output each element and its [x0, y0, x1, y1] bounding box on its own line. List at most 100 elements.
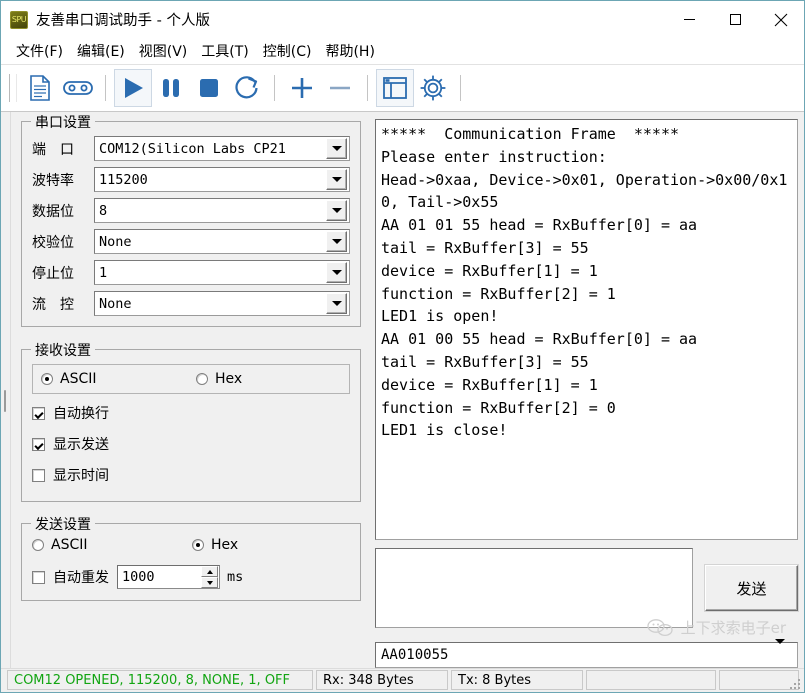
checkbox-unchecked-icon [32, 468, 45, 482]
receive-settings-group: 接收设置 ASCII Hex 自动换行 显示发送 显示时间 [21, 340, 361, 502]
menu-item-edit[interactable]: 编辑(E) [70, 39, 132, 63]
field-parity-label: 校验位 [32, 234, 74, 251]
settings-button[interactable] [414, 69, 452, 107]
app-icon: SPU [10, 10, 28, 29]
receive-format-ascii[interactable]: ASCII [41, 371, 196, 387]
parity-combo[interactable]: None [94, 229, 350, 254]
menu-item-help[interactable]: 帮助(H) [318, 39, 381, 63]
stopbits-combo[interactable]: 1 [94, 260, 350, 285]
settings-gear-icon [420, 75, 446, 101]
flowcontrol-combo[interactable]: None [94, 291, 350, 316]
menu-item-control[interactable]: 控制(C) [256, 39, 319, 63]
checkbox-unchecked-icon [32, 570, 45, 584]
port-dropdown-arrow[interactable] [326, 138, 347, 159]
add-button[interactable] [283, 69, 321, 107]
send-format-ascii-label: ASCII [51, 537, 88, 553]
receive-option-showsend[interactable]: 显示发送 [32, 434, 350, 454]
field-flowcontrol: 流 控 None [32, 291, 350, 316]
status-tx-bytes: Tx: 8 Bytes [451, 670, 583, 690]
toolbar-separator-3 [367, 75, 368, 101]
field-flowcontrol-label: 流 控 [32, 296, 74, 313]
receive-format-hex-label: Hex [215, 371, 243, 387]
send-format-radiogroup: ASCII Hex [32, 537, 350, 553]
databits-combo[interactable]: 8 [94, 198, 350, 223]
menu-item-file[interactable]: 文件(F) [9, 39, 70, 63]
send-history-value: AA010055 [381, 647, 449, 663]
terminal-output[interactable]: ***** Communication Frame ***** Please e… [375, 119, 798, 540]
stepper-down-button[interactable] [201, 577, 218, 588]
parity-dropdown-arrow[interactable] [326, 231, 347, 252]
flowcontrol-dropdown-arrow[interactable] [326, 293, 347, 314]
right-panel: ***** Communication Frame ***** Please e… [369, 112, 804, 668]
baudrate-dropdown-arrow[interactable] [326, 169, 347, 190]
stop-icon [200, 79, 218, 97]
receive-option-autowrap-label: 自动换行 [53, 406, 109, 422]
close-button[interactable] [758, 1, 804, 38]
connect-button[interactable] [59, 69, 97, 107]
auto-resend-checkbox[interactable]: 自动重发 [32, 567, 109, 587]
field-databits: 数据位 8 [32, 198, 350, 223]
pause-button[interactable] [152, 69, 190, 107]
window-controls [666, 1, 804, 38]
new-file-icon [30, 75, 50, 101]
send-input[interactable] [375, 548, 693, 628]
field-port: 端 口 COM12(Silicon Labs CP21 [32, 136, 350, 161]
refresh-button[interactable] [228, 69, 266, 107]
receive-settings-title: 接收设置 [31, 340, 95, 360]
radio-selected-icon [192, 539, 204, 551]
pause-icon [163, 79, 179, 97]
baudrate-combo[interactable]: 115200 [94, 167, 350, 192]
send-button[interactable]: 发送 [705, 565, 798, 611]
toolbar [1, 65, 804, 112]
window-layout-button[interactable] [376, 69, 414, 107]
field-stopbits: 停止位 1 [32, 260, 350, 285]
chevron-up-icon [206, 569, 213, 574]
stepper-up-button[interactable] [201, 566, 218, 577]
left-panel: 串口设置 端 口 COM12(Silicon Labs CP21 波特率 115… [11, 112, 369, 668]
connect-icon [63, 81, 93, 95]
receive-option-autowrap[interactable]: 自动换行 [32, 403, 350, 423]
stopbits-value: 1 [99, 264, 108, 281]
resize-grip-icon[interactable] [788, 677, 802, 691]
field-baudrate-label: 波特率 [32, 172, 74, 189]
send-format-ascii[interactable]: ASCII [32, 537, 192, 553]
parity-value: None [99, 233, 132, 250]
chevron-down-icon [331, 146, 342, 151]
resend-interval-value: 1000 [122, 569, 155, 585]
chevron-down-icon [331, 177, 342, 182]
resend-interval-stepper[interactable]: 1000 [117, 565, 220, 589]
auto-resend-row: 自动重发 1000 ms [32, 565, 350, 589]
resend-interval-unit: ms [227, 569, 244, 585]
chevron-down-icon [206, 580, 213, 585]
menu-item-view[interactable]: 视图(V) [132, 39, 195, 63]
stop-button[interactable] [190, 69, 228, 107]
stepper-buttons [201, 566, 218, 588]
stopbits-dropdown-arrow[interactable] [326, 262, 347, 283]
field-port-label: 端 口 [32, 141, 74, 158]
play-icon [125, 78, 143, 98]
status-bar: COM12 OPENED, 115200, 8, NONE, 1, OFF Rx… [1, 668, 804, 692]
left-splitter[interactable] [1, 112, 11, 668]
new-file-button[interactable] [21, 69, 59, 107]
app-icon-label: SPU [11, 14, 27, 24]
start-button[interactable] [114, 69, 152, 107]
minimize-icon [683, 19, 695, 20]
send-history-combo[interactable]: AA010055 [375, 639, 798, 668]
port-combo[interactable]: COM12(Silicon Labs CP21 [94, 136, 350, 161]
maximize-button[interactable] [712, 1, 758, 38]
remove-button[interactable] [321, 69, 359, 107]
send-format-hex[interactable]: Hex [192, 537, 238, 553]
send-history-dropdown-arrow[interactable] [775, 639, 796, 666]
databits-dropdown-arrow[interactable] [326, 200, 347, 221]
status-connection: COM12 OPENED, 115200, 8, NONE, 1, OFF [7, 670, 313, 690]
receive-option-showtime[interactable]: 显示时间 [32, 465, 350, 485]
chevron-down-icon [331, 270, 342, 275]
toolbar-separator-1 [105, 75, 106, 101]
menu-item-tools[interactable]: 工具(T) [194, 39, 255, 63]
radio-unselected-icon [196, 373, 208, 385]
field-stopbits-label: 停止位 [32, 265, 74, 282]
toolbar-grip[interactable] [9, 74, 17, 102]
minimize-button[interactable] [666, 1, 712, 38]
auto-resend-label: 自动重发 [53, 570, 109, 586]
receive-format-hex[interactable]: Hex [196, 371, 242, 387]
